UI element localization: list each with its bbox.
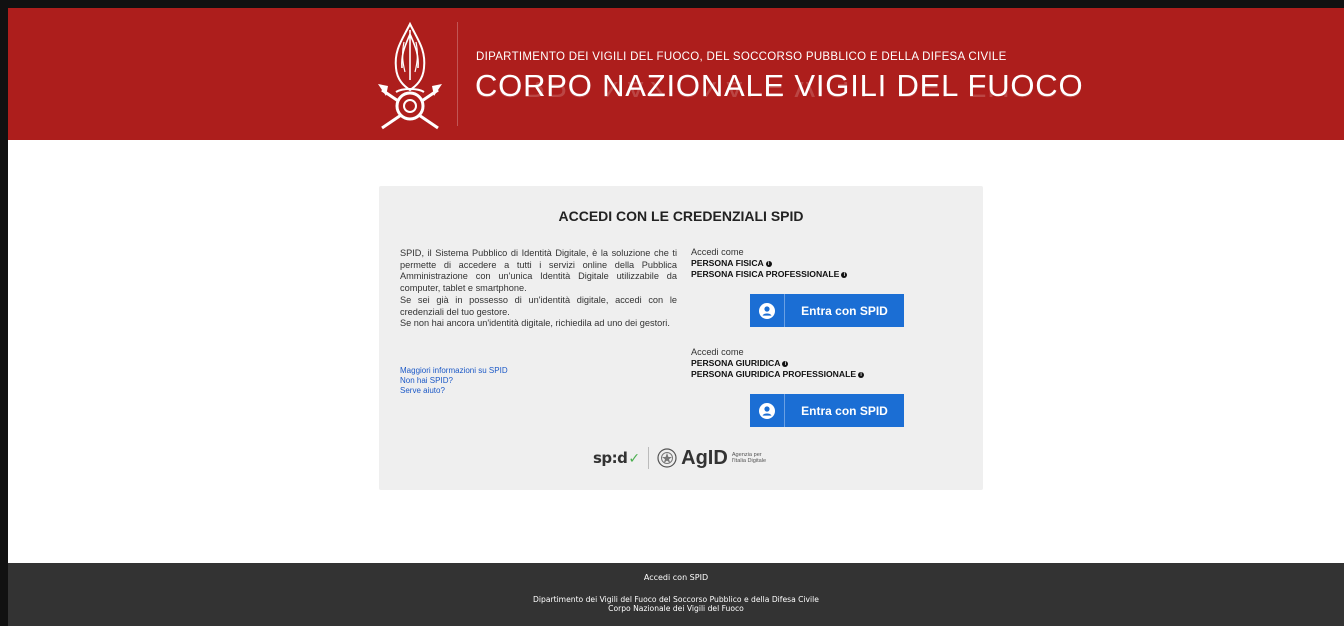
- user-icon: [750, 394, 785, 427]
- access-label: Accedi come: [691, 347, 744, 357]
- info-icon[interactable]: i: [858, 372, 865, 378]
- window-frame-top: [0, 0, 1344, 8]
- role-persona-giuridica-professionale[interactable]: PERSONA GIURIDICA PROFESSIONALE i: [691, 369, 865, 380]
- no-spid-link[interactable]: Non hai SPID?: [400, 376, 508, 386]
- vvf-emblem-icon: [378, 21, 442, 130]
- card-title: ACCEDI CON LE CREDENZIALI SPID: [558, 208, 804, 224]
- info-icon[interactable]: i: [782, 361, 789, 367]
- agid-logo: AgID: [681, 446, 728, 469]
- user-icon: [750, 294, 785, 327]
- access-physical-person: Accedi come PERSONA FISICA i PERSONA FISI…: [691, 247, 848, 280]
- partner-logos: sp:d ✓ AgID Agenzia per l'Italia Digitale: [593, 444, 766, 472]
- logo-divider: [648, 447, 650, 469]
- info-icon[interactable]: i: [765, 261, 772, 267]
- site-header: DIPARTIMENTO DEI VIGILI DEL FUOCO, DEL S…: [8, 8, 1344, 140]
- access-legal-person: Accedi come PERSONA GIURIDICA i PERSONA G…: [691, 347, 865, 380]
- spid-button-label: Entra con SPID: [801, 303, 888, 318]
- help-link[interactable]: Serve aiuto?: [400, 386, 508, 396]
- access-label: Accedi come: [691, 247, 744, 257]
- spid-check-icon: ✓: [628, 449, 641, 466]
- agid-seal-icon: [657, 448, 677, 468]
- more-info-link[interactable]: Maggiori informazioni su SPID: [400, 366, 508, 376]
- agid-subtitle: Agenzia per l'Italia Digitale: [731, 451, 767, 464]
- role-persona-fisica-professionale[interactable]: PERSONA FISICA PROFESSIONALE i: [691, 269, 848, 280]
- spid-button-label: Entra con SPID: [801, 403, 888, 418]
- role-persona-fisica[interactable]: PERSONA FISICA i: [691, 258, 847, 269]
- spid-login-button-legal[interactable]: Entra con SPID: [750, 394, 904, 427]
- department-title: DIPARTIMENTO DEI VIGILI DEL FUOCO, DEL S…: [476, 51, 1007, 63]
- footer-corps: Corpo Nazionale dei Vigili del Fuoco: [608, 604, 744, 613]
- window-frame-left: [0, 0, 8, 626]
- spid-login-card: ACCEDI CON LE CREDENZIALI SPID SPID, il …: [379, 186, 983, 490]
- site-footer: Accedi con SPID Dipartimento dei Vigili …: [8, 563, 1344, 626]
- role-persona-giuridica[interactable]: PERSONA GIURIDICA i: [691, 358, 864, 369]
- intro-paragraph: SPID, il Sistema Pubblico di Identità Di…: [400, 248, 677, 294]
- info-icon[interactable]: i: [841, 272, 848, 278]
- intro-paragraph: Se sei già in possesso di un'identità di…: [400, 294, 677, 317]
- intro-paragraph: Se non hai ancora un'identità digitale, …: [400, 318, 670, 329]
- help-links: Maggiori informazioni su SPID Non hai SP…: [400, 366, 508, 396]
- footer-department: Dipartimento dei Vigili del Fuoco del So…: [533, 595, 819, 604]
- spid-intro: SPID, il Sistema Pubblico di Identità Di…: [400, 248, 677, 330]
- spid-login-button-physical[interactable]: Entra con SPID: [750, 294, 904, 327]
- footer-title: Accedi con SPID: [643, 573, 709, 582]
- header-divider: [457, 22, 458, 126]
- corps-title-reflection: CORPO NAZIONALE VIGILI DEL FUOCO: [475, 82, 1084, 104]
- spid-logo: sp:d: [593, 449, 628, 467]
